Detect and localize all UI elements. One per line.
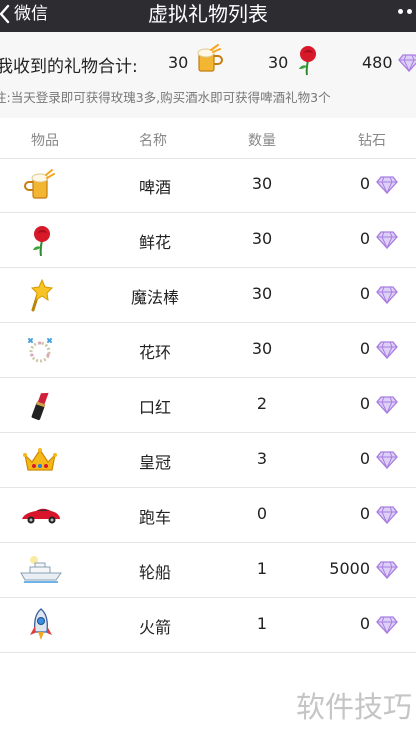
gift-diamonds: 0 [359, 449, 370, 468]
diamond-icon [376, 341, 398, 359]
sports-car-icon [20, 498, 62, 532]
summary-label: 我收到的礼物合计: [0, 57, 138, 77]
gift-name: 魔法棒 [130, 288, 179, 307]
lipstick-icon [20, 388, 62, 422]
diamond-icon [376, 231, 398, 249]
table-row: 火箭 1 0 [0, 598, 416, 653]
gift-name: 皇冠 [138, 453, 171, 472]
diamond-icon [376, 451, 398, 469]
header-quantity: 数量 [248, 133, 276, 149]
diamond-icon [376, 176, 398, 194]
header-name: 名称 [139, 133, 167, 149]
gift-name: 跑车 [138, 508, 171, 527]
gift-diamonds: 0 [359, 394, 370, 413]
gift-diamonds: 0 [359, 339, 370, 358]
nav-bar: 微信 虚拟礼物列表 [0, 0, 416, 32]
gift-diamonds: 0 [359, 504, 370, 523]
gift-diamonds: 0 [359, 174, 370, 193]
table-row: 魔法棒 30 0 [0, 268, 416, 323]
gift-quantity: 1 [256, 559, 268, 578]
diamond-total: 480 [362, 53, 393, 72]
beer-total: 30 [168, 53, 189, 72]
beer-icon [20, 168, 62, 202]
diamond-icon [376, 616, 398, 634]
rose-icon [294, 44, 322, 76]
watermark: 软件技巧 [295, 690, 412, 724]
diamond-icon [398, 54, 416, 73]
diamond-icon [376, 561, 398, 579]
gift-quantity: 30 [251, 174, 273, 193]
header-item: 物品 [31, 133, 59, 149]
gift-diamonds: 0 [359, 284, 370, 303]
summary-note: 注:当天登录即可获得玫瑰3多,购买酒水即可获得啤酒礼物3个 [0, 90, 331, 105]
gift-name: 花环 [138, 343, 171, 362]
gift-diamonds: 0 [359, 229, 370, 248]
gift-summary: 我收到的礼物合计: 30 30 480 注:当天登录即可获得玫瑰3多,购买酒水即… [0, 32, 416, 118]
table-row: 啤酒 30 0 [0, 158, 416, 213]
gift-name: 口红 [138, 398, 171, 417]
table-row: 轮船 1 5000 [0, 543, 416, 598]
gift-name: 啤酒 [138, 178, 171, 197]
header-diamonds: 钻石 [358, 133, 386, 149]
diamond-icon [376, 396, 398, 414]
table-row: 鲜花 30 0 [0, 213, 416, 268]
beer-icon [194, 44, 224, 74]
table-row: 皇冠 3 0 [0, 433, 416, 488]
wreath-icon [20, 333, 62, 367]
gift-quantity: 30 [251, 229, 273, 248]
gift-name: 鲜花 [138, 233, 171, 252]
table-row: 花环 30 0 [0, 323, 416, 378]
diamond-icon [376, 506, 398, 524]
cruise-ship-icon [20, 553, 62, 587]
diamond-icon [376, 286, 398, 304]
table-header: 物品 名称 数量 钻石 [0, 118, 416, 159]
rocket-icon [20, 608, 62, 642]
gift-diamonds: 5000 [329, 559, 370, 578]
table-row: 口红 2 0 [0, 378, 416, 433]
rose-total: 30 [268, 53, 289, 72]
gift-name: 火箭 [138, 618, 171, 637]
rose-icon [20, 223, 62, 257]
crown-icon [20, 443, 62, 477]
gift-quantity: 30 [251, 284, 273, 303]
gift-quantity: 30 [251, 339, 273, 358]
gift-quantity: 3 [256, 449, 268, 468]
page-title: 虚拟礼物列表 [148, 2, 268, 26]
gift-quantity: 0 [256, 504, 268, 523]
table-row: 跑车 0 0 [0, 488, 416, 543]
gift-name: 轮船 [138, 563, 171, 582]
gift-quantity: 2 [256, 394, 268, 413]
magic-wand-icon [20, 278, 62, 312]
more-menu-icon[interactable] [398, 9, 416, 19]
gift-diamonds: 0 [359, 614, 370, 633]
gift-quantity: 1 [256, 614, 268, 633]
